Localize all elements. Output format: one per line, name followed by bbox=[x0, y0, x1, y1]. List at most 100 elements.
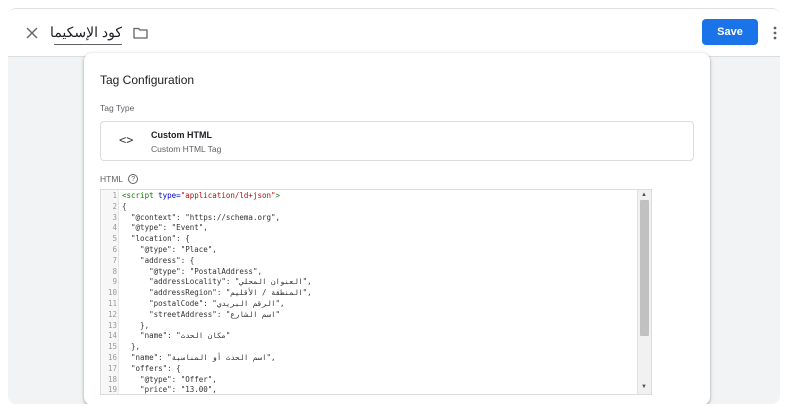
scroll-down-icon[interactable]: ▼ bbox=[641, 384, 647, 390]
code-lines[interactable]: 1 <script type="application/ld+json"> 2{3 … bbox=[101, 191, 637, 395]
code-token: > bbox=[275, 191, 281, 200]
tag-type-selector[interactable]: <> Custom HTML Custom HTML Tag bbox=[100, 121, 694, 161]
code-line[interactable]: 19 "price": "13.00", bbox=[101, 385, 637, 395]
line-number: 9 bbox=[112, 277, 117, 287]
line-number: 8 bbox=[112, 266, 117, 276]
code-text: "@type": "Offer", bbox=[117, 375, 217, 386]
line-number: 3 bbox=[112, 212, 117, 222]
scroll-up-icon[interactable]: ▲ bbox=[641, 192, 647, 198]
code-token: "addressRegion": "المنطقة / الأقليم", bbox=[122, 288, 312, 298]
line-number: 15 bbox=[107, 342, 117, 352]
help-icon[interactable]: ? bbox=[128, 174, 139, 184]
code-token: "@type": "PostalAddress", bbox=[122, 266, 262, 276]
editor-scrollbar[interactable]: ▲ ▼ bbox=[637, 190, 651, 394]
code-line[interactable]: 10 "addressRegion": "المنطقة / الأقليم", bbox=[101, 288, 637, 299]
code-text: "streetAddress": "اسم الشارع" bbox=[117, 310, 280, 321]
line-number: 18 bbox=[107, 374, 117, 384]
code-token: "price": "13.00", bbox=[122, 385, 217, 395]
code-line[interactable]: 2{ bbox=[101, 202, 637, 213]
close-icon bbox=[26, 27, 38, 39]
tag-type-name: Custom HTML bbox=[151, 130, 212, 140]
line-number: 7 bbox=[112, 255, 117, 265]
card-title: Tag Configuration bbox=[100, 73, 195, 87]
code-line[interactable]: 6 "@type": "Place", bbox=[101, 245, 637, 256]
code-line[interactable]: 15 }, bbox=[101, 342, 637, 353]
code-token: }, bbox=[122, 320, 150, 330]
line-number: 1 bbox=[112, 191, 117, 200]
code-text: "name": "مكان الحدث" bbox=[117, 331, 230, 342]
tag-type-subtitle: Custom HTML Tag bbox=[151, 144, 222, 154]
tag-name: كود الإسكيما bbox=[50, 24, 122, 40]
code-line[interactable]: 16 "name": "اسم الحدث أو المناسبة", bbox=[101, 353, 637, 364]
code-token: "name": "اسم الحدث أو المناسبة", bbox=[122, 352, 276, 362]
code-token: "address": { bbox=[122, 255, 195, 265]
line-number: 6 bbox=[112, 244, 117, 254]
line-number: 12 bbox=[107, 309, 117, 319]
code-text: "@type": "Event", bbox=[117, 223, 208, 234]
code-text: "name": "اسم الحدث أو المناسبة", bbox=[117, 353, 276, 364]
line-number: 13 bbox=[107, 320, 117, 330]
line-number: 11 bbox=[107, 298, 117, 308]
code-line[interactable]: 14 "name": "مكان الحدث" bbox=[101, 331, 637, 342]
line-number: 5 bbox=[112, 234, 117, 244]
code-text: }, bbox=[117, 342, 140, 353]
code-text: "offers": { bbox=[117, 364, 181, 375]
code-text: <script type="application/ld+json"> bbox=[117, 191, 280, 202]
code-text: "address": { bbox=[117, 256, 194, 267]
folder-button[interactable] bbox=[128, 21, 152, 45]
code-token: "location": { bbox=[122, 234, 190, 244]
line-number: 4 bbox=[112, 223, 117, 233]
code-text: "addressRegion": "المنطقة / الأقليم", bbox=[117, 288, 312, 299]
code-token: type= bbox=[158, 191, 181, 200]
code-line[interactable]: 5 "location": { bbox=[101, 234, 637, 245]
code-token: <script bbox=[122, 191, 159, 200]
code-text: "@type": "Place", bbox=[117, 245, 217, 256]
more-options-button[interactable] bbox=[770, 21, 780, 45]
code-line[interactable]: 7 "address": { bbox=[101, 256, 637, 267]
code-line[interactable]: 17 "offers": { bbox=[101, 364, 637, 375]
code-line[interactable]: 8 "@type": "PostalAddress", bbox=[101, 267, 637, 278]
code-token: "streetAddress": "اسم الشارع" bbox=[122, 309, 281, 319]
html-code-editor[interactable]: 1 <script type="application/ld+json"> 2{3 … bbox=[100, 189, 652, 395]
code-token: "offers": { bbox=[122, 363, 181, 373]
code-text: "@type": "PostalAddress", bbox=[117, 267, 262, 278]
code-token: }, bbox=[122, 342, 141, 352]
code-line[interactable]: 4 "@type": "Event", bbox=[101, 223, 637, 234]
code-line[interactable]: 11 "postalCode": "الرقم البريدي", bbox=[101, 299, 637, 310]
code-line[interactable]: 9 "addressLocality": "العنوان المحلي", bbox=[101, 277, 637, 288]
close-button[interactable] bbox=[20, 21, 44, 45]
code-text: "postalCode": "الرقم البريدي", bbox=[117, 298, 285, 310]
code-token: "@context": "https://schema.org", bbox=[122, 212, 281, 222]
save-button[interactable]: Save bbox=[702, 19, 758, 45]
code-text: "addressLocality": "العنوان المحلي", bbox=[117, 277, 312, 288]
html-label-row: HTML ? bbox=[100, 174, 139, 184]
tag-name-field[interactable]: كود الإسكيما bbox=[50, 21, 122, 45]
line-number: 19 bbox=[107, 385, 117, 395]
line-number: 2 bbox=[112, 201, 117, 211]
scrollbar-thumb[interactable] bbox=[640, 200, 649, 336]
folder-icon bbox=[132, 27, 148, 39]
line-number: 10 bbox=[107, 288, 117, 298]
code-line[interactable]: 13 }, bbox=[101, 321, 637, 332]
code-token: "@type": "Event", bbox=[122, 223, 208, 233]
code-text: { bbox=[117, 202, 127, 213]
code-token: "postalCode": "الرقم البريدي", bbox=[122, 298, 285, 308]
code-token: "name": "مكان الحدث" bbox=[122, 331, 231, 341]
tag-type-label: Tag Type bbox=[100, 103, 135, 113]
code-text: "price": "13.00", bbox=[117, 385, 217, 395]
more-vert-icon bbox=[773, 26, 777, 40]
code-line[interactable]: 3 "@context": "https://schema.org", bbox=[101, 213, 637, 224]
tag-editor-frame: كود الإسكيما Save Tag Configuration Tag … bbox=[8, 8, 780, 404]
code-token: { bbox=[122, 201, 127, 211]
code-token: "@type": "Place", bbox=[122, 244, 217, 254]
code-token: "addressLocality": "العنوان المحلي", bbox=[122, 277, 312, 287]
code-line[interactable]: 12 "streetAddress": "اسم الشارع" bbox=[101, 310, 637, 321]
code-text: "@context": "https://schema.org", bbox=[117, 213, 280, 224]
line-number: 16 bbox=[107, 352, 117, 362]
line-number: 17 bbox=[107, 363, 117, 373]
code-token: "application/ld+json" bbox=[180, 191, 276, 200]
html-label: HTML bbox=[100, 174, 124, 184]
code-line[interactable]: 18 "@type": "Offer", bbox=[101, 375, 637, 386]
tag-configuration-card: Tag Configuration Tag Type <> Custom HTM… bbox=[84, 53, 710, 404]
code-line[interactable]: 1 <script type="application/ld+json"> bbox=[101, 191, 637, 202]
